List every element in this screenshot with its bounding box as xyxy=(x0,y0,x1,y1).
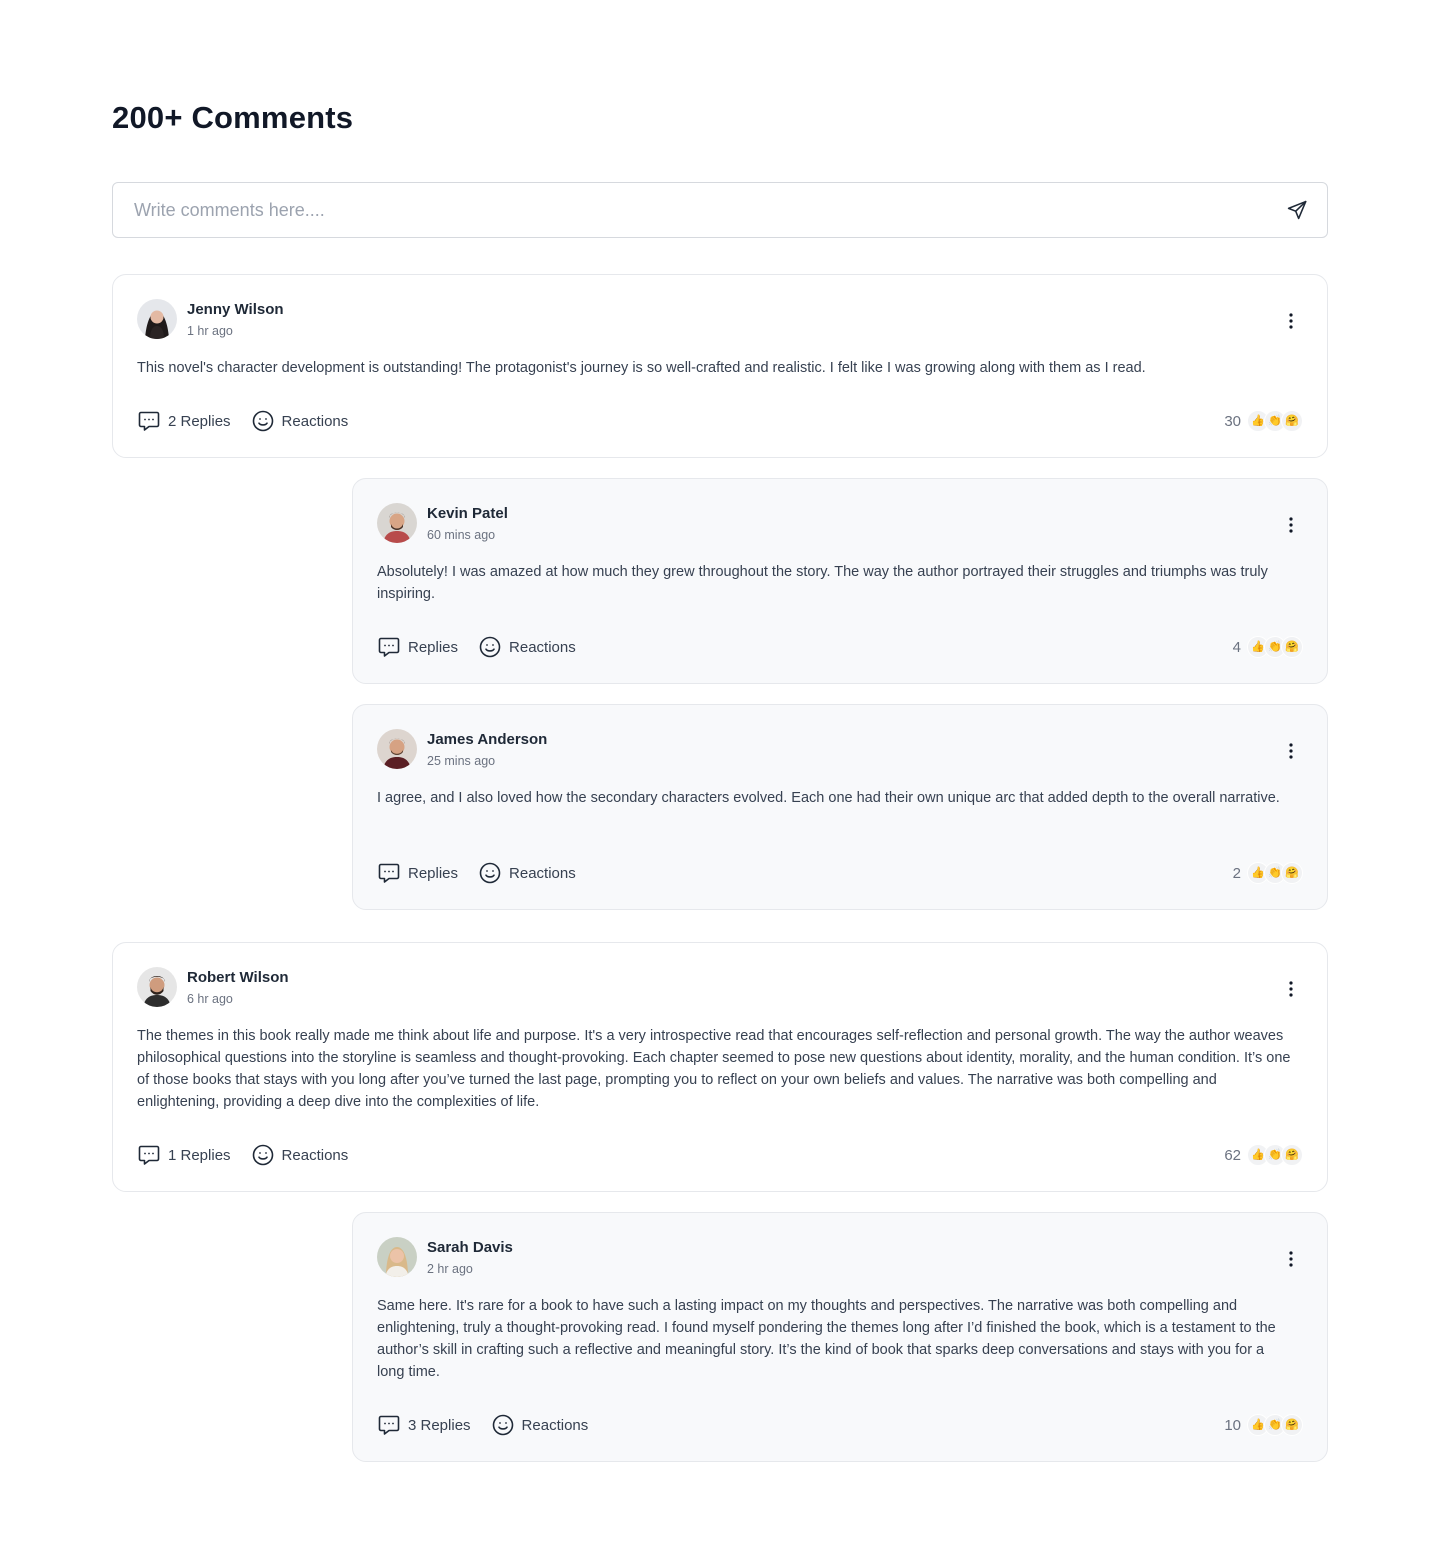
timestamp: 6 hr ago xyxy=(187,992,233,1006)
replies-button[interactable]: 2 Replies xyxy=(137,409,231,433)
smiley-icon xyxy=(479,862,501,884)
reactions-button[interactable]: Reactions xyxy=(251,409,349,433)
reply-card: Kevin Patel 60 mins ago Absolutely! I wa… xyxy=(352,478,1328,684)
reaction-count: 62 xyxy=(1224,1146,1241,1164)
reactions-label: Reactions xyxy=(509,638,576,656)
smiley-icon xyxy=(479,636,501,658)
reactions-label: Reactions xyxy=(509,864,576,882)
hug-emoji: 🤗 xyxy=(1281,1414,1303,1436)
send-icon xyxy=(1287,200,1307,220)
comment-text: The themes in this book really made me t… xyxy=(137,1028,1291,1110)
chat-bubble-icon xyxy=(378,863,400,883)
replies-label: 1 Replies xyxy=(168,1146,231,1164)
author-name: Jenny Wilson xyxy=(187,301,284,318)
replies-button[interactable]: 1 Replies xyxy=(137,1143,231,1167)
reactions-button[interactable]: Reactions xyxy=(251,1143,349,1167)
timestamp: 2 hr ago xyxy=(427,1262,473,1276)
timestamp: 25 mins ago xyxy=(427,754,496,768)
comment-input[interactable] xyxy=(113,183,1267,237)
chat-bubble-icon xyxy=(378,637,400,657)
author-name: Kevin Patel xyxy=(427,505,508,522)
avatar[interactable] xyxy=(137,967,177,1007)
hug-emoji: 🤗 xyxy=(1281,410,1303,432)
reaction-count: 30 xyxy=(1224,412,1241,430)
page-title: 200+ Comments xyxy=(112,100,354,135)
reaction-count: 4 xyxy=(1232,638,1241,656)
comment-card: Robert Wilson 6 hr ago The themes in thi… xyxy=(112,942,1328,1192)
chat-bubble-icon xyxy=(138,1145,160,1165)
smiley-icon xyxy=(252,1144,273,1166)
reaction-emojis[interactable]: 👍 👏 🤗 xyxy=(1247,1414,1303,1436)
comment-text: I agree, and I also loved how the second… xyxy=(377,790,1280,806)
reaction-emojis[interactable]: 👍 👏 🤗 xyxy=(1247,862,1303,884)
reactions-label: Reactions xyxy=(281,412,349,430)
reactions-button[interactable]: Reactions xyxy=(478,635,576,659)
replies-button[interactable]: Replies xyxy=(377,635,458,659)
replies-label: Replies xyxy=(408,864,459,882)
more-options-button[interactable] xyxy=(1281,1247,1301,1271)
more-options-button[interactable] xyxy=(1281,739,1301,763)
reaction-emojis[interactable]: 👍 👏 🤗 xyxy=(1247,636,1303,658)
replies-button[interactable]: Replies xyxy=(377,861,458,885)
replies-label: 2 Replies xyxy=(168,412,231,430)
replies-button[interactable]: 3 Replies xyxy=(377,1413,471,1437)
reactions-button[interactable]: Reactions xyxy=(478,861,576,885)
more-vertical-icon xyxy=(1289,981,1293,997)
chat-bubble-icon xyxy=(378,1415,400,1435)
reaction-count: 2 xyxy=(1232,864,1241,882)
more-options-button[interactable] xyxy=(1281,977,1301,1001)
reaction-emojis[interactable]: 👍 👏 🤗 xyxy=(1247,410,1303,432)
comment-text: Absolutely! I was amazed at how much the… xyxy=(377,564,1268,602)
hug-emoji: 🤗 xyxy=(1281,1144,1303,1166)
reply-card: Sarah Davis 2 hr ago Same here. It's rar… xyxy=(352,1212,1328,1462)
send-button[interactable] xyxy=(1267,183,1327,237)
author-name: Sarah Davis xyxy=(427,1239,513,1256)
comment-text: This novel's character development is ou… xyxy=(137,360,1146,376)
smiley-icon xyxy=(492,1414,513,1436)
timestamp: 60 mins ago xyxy=(427,528,496,542)
reactions-label: Reactions xyxy=(521,1416,589,1434)
timestamp: 1 hr ago xyxy=(187,324,233,338)
chat-bubble-icon xyxy=(138,411,160,431)
more-vertical-icon xyxy=(1289,743,1293,759)
replies-label: 3 Replies xyxy=(408,1416,471,1434)
comment-card: Jenny Wilson 1 hr ago This novel's chara… xyxy=(112,274,1328,458)
author-name: Robert Wilson xyxy=(187,969,289,986)
reactions-label: Reactions xyxy=(281,1146,349,1164)
comment-composer xyxy=(112,182,1328,238)
avatar[interactable] xyxy=(137,299,177,339)
more-options-button[interactable] xyxy=(1281,513,1301,537)
hug-emoji: 🤗 xyxy=(1281,862,1303,884)
reaction-emojis[interactable]: 👍 👏 🤗 xyxy=(1247,1144,1303,1166)
avatar[interactable] xyxy=(377,503,417,543)
avatar[interactable] xyxy=(377,1237,417,1277)
more-vertical-icon xyxy=(1289,313,1293,329)
more-options-button[interactable] xyxy=(1281,309,1301,333)
reaction-count: 10 xyxy=(1224,1416,1241,1434)
author-name: James Anderson xyxy=(427,731,548,748)
more-vertical-icon xyxy=(1289,1251,1293,1267)
hug-emoji: 🤗 xyxy=(1281,636,1303,658)
replies-label: Replies xyxy=(408,638,459,656)
reply-card: James Anderson 25 mins ago I agree, and … xyxy=(352,704,1328,910)
reactions-button[interactable]: Reactions xyxy=(491,1413,589,1437)
avatar[interactable] xyxy=(377,729,417,769)
more-vertical-icon xyxy=(1289,517,1293,533)
comment-text: Same here. It's rare for a book to have … xyxy=(377,1298,1276,1380)
smiley-icon xyxy=(252,410,273,432)
